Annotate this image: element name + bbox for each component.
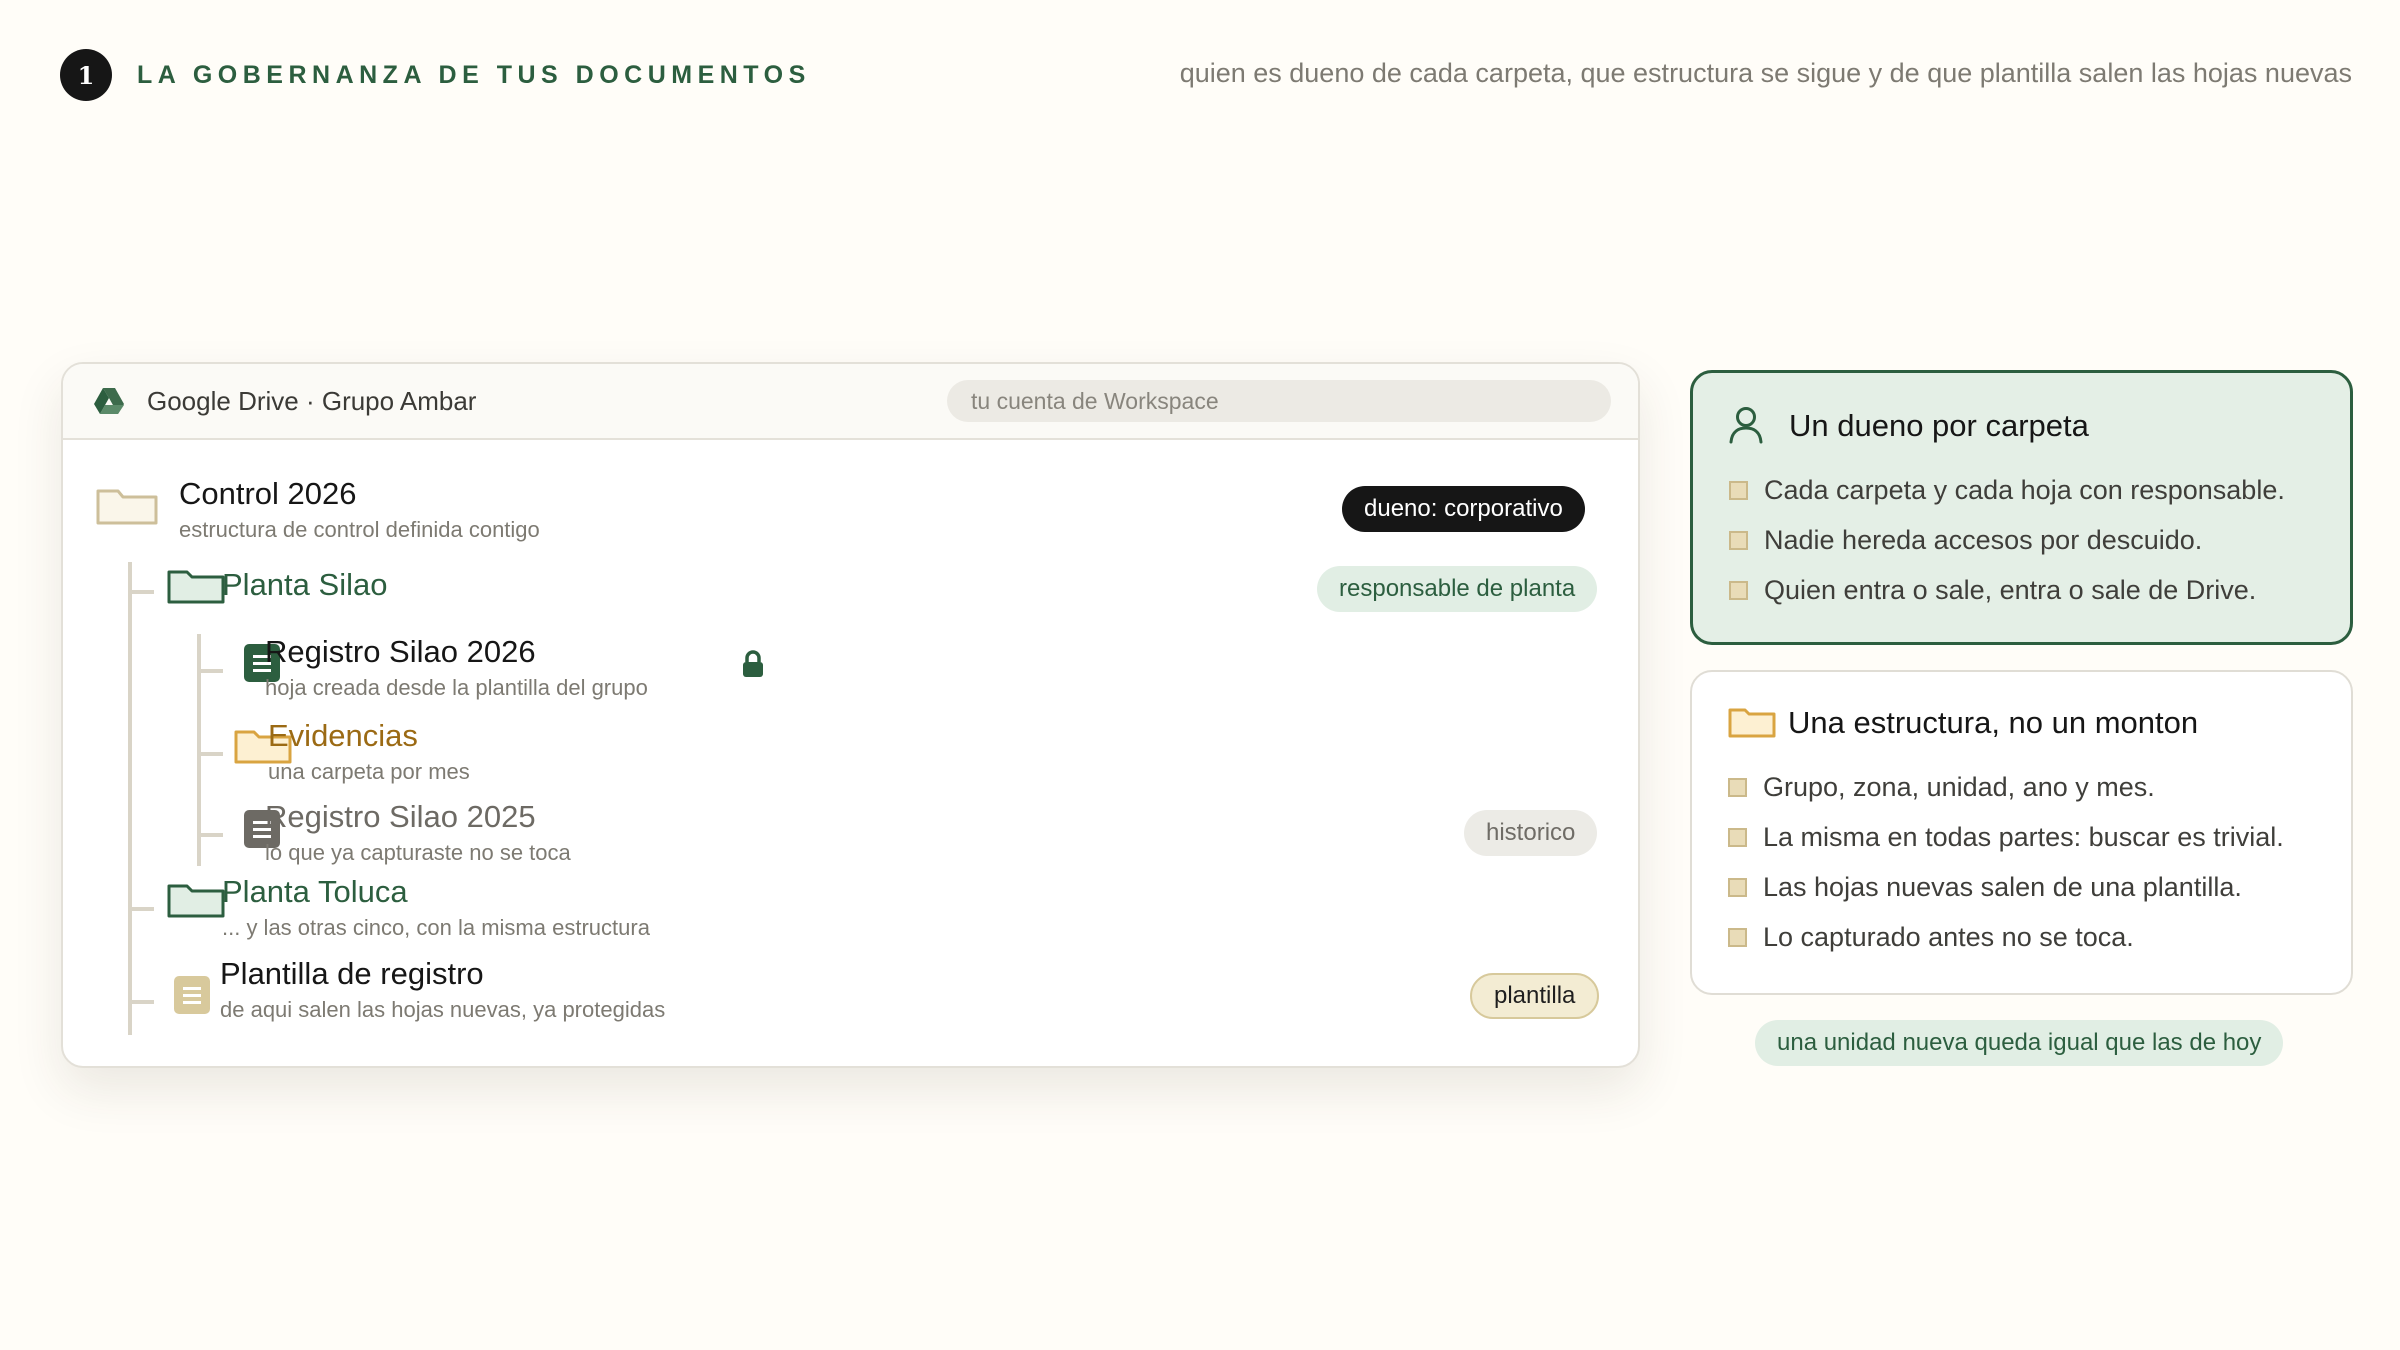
section-subtitle: quien es dueno de cada carpeta, que estr… [1179,58,2352,88]
owner-badge: dueno: corporativo [1342,486,1585,532]
card-list-item: La misma en todas partes: buscar es triv… [1728,822,2284,853]
item-subtitle: hoja creada desde la plantilla del grupo [265,675,648,700]
card-title: Una estructura, no un monton [1788,705,2199,740]
card-list-text: Las hojas nuevas salen de una plantilla. [1763,872,2242,902]
card-list-item: Quien entra o sale, entra o sale de Driv… [1729,575,2256,606]
lock-icon [743,650,763,677]
card-list-text: Lo capturado antes no se toca. [1763,922,2134,952]
bullet-square-icon [1729,481,1748,500]
folder-icon [167,570,225,604]
item-subtitle: lo que ya capturaste no se toca [265,840,571,865]
card-list-item: Grupo, zona, unidad, ano y mes. [1728,772,2155,803]
card-list-text: Quien entra o sale, entra o sale de Driv… [1764,575,2257,605]
sheet-registro-silao-2025[interactable]: Registro Silao 2025 [265,799,536,835]
card-list-item: Nadie hereda accesos por descuido. [1729,525,2202,556]
tree-line-connector [128,907,154,911]
card-owner-per-folder: Un dueno por carpeta Cada carpeta y cada… [1690,370,2353,645]
tree-line-connector [197,669,223,673]
drive-toolbar: Google Drive · Grupo Ambar tu cuenta de … [63,364,1638,440]
workspace-search-input[interactable]: tu cuenta de Workspace [947,380,1611,422]
historic-badge: historico [1464,810,1598,856]
item-subtitle: ... y las otras cinco, con la misma estr… [222,915,650,940]
drive-app-name: Google Drive · Grupo Ambar [147,386,477,416]
bullet-square-icon [1728,928,1747,947]
bullet-square-icon [1728,878,1747,897]
folder-planta-toluca[interactable]: Planta Toluca [222,874,408,910]
tree-line-connector [197,752,223,756]
card-list-text: La misma en todas partes: buscar es triv… [1763,822,2284,852]
card-list-text: Cada carpeta y cada hoja con responsable… [1764,475,2285,505]
tree-line-level1 [128,562,132,1035]
drive-logo-icon [94,388,124,414]
folder-planta-silao[interactable]: Planta Silao [222,567,387,603]
step-number-badge: 1 [60,49,112,101]
bullet-square-icon [1729,581,1748,600]
tree-line-connector [128,590,154,594]
section-title: LA GOBERNANZA DE TUS DOCUMENTOS [137,61,811,89]
folder-evidencias[interactable]: Evidencias [268,718,418,754]
folder-control-2026[interactable]: Control 2026 [179,476,357,512]
bullet-square-icon [1728,778,1747,797]
item-subtitle: de aqui salen las hojas nuevas, ya prote… [220,997,666,1022]
sheet-registro-silao-2026[interactable]: Registro Silao 2026 [265,634,536,670]
folder-icon [167,884,225,918]
template-icon [174,976,210,1014]
card-one-structure: Una estructura, no un monton Grupo, zona… [1690,670,2353,995]
drive-window: Google Drive · Grupo Ambar tu cuenta de … [61,362,1640,1068]
template-plantilla-de-registro[interactable]: Plantilla de registro [220,956,484,992]
item-subtitle: estructura de control definida contigo [179,517,540,542]
card-title: Un dueno por carpeta [1789,408,2089,443]
card-list-item: Lo capturado antes no se toca. [1728,922,2134,953]
tree-line-connector [128,1000,154,1004]
tree-line-connector [197,833,223,837]
folder-icon [96,489,158,525]
card-list-item: Cada carpeta y cada hoja con responsable… [1729,475,2285,506]
card-list-text: Nadie hereda accesos por descuido. [1764,525,2203,555]
card-list-text: Grupo, zona, unidad, ano y mes. [1763,772,2155,802]
folder-icon [1728,708,1776,738]
footnote-pill: una unidad nueva queda igual que las de … [1755,1020,2284,1066]
responsible-badge: responsable de planta [1317,566,1598,612]
template-badge: plantilla [1470,973,1600,1019]
bullet-square-icon [1728,828,1747,847]
bullet-square-icon [1729,531,1748,550]
person-icon [1729,407,1763,444]
card-list-item: Las hojas nuevas salen de una plantilla. [1728,872,2242,903]
item-subtitle: una carpeta por mes [268,759,470,784]
